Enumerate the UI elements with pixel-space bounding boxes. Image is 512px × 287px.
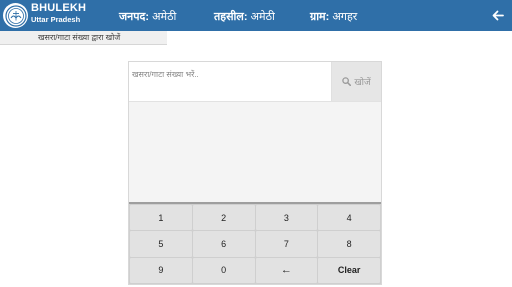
breadcrumb-bar: खसरा/गाटा संख्या द्वारा खोजें <box>0 31 512 45</box>
janpad-info: जनपद: अमेठी <box>119 9 176 24</box>
key-0[interactable]: 0 <box>192 257 255 283</box>
brand-subtitle: Uttar Pradesh <box>31 15 81 24</box>
key-8[interactable]: 8 <box>318 231 380 257</box>
gram-value: अगहर <box>332 11 358 23</box>
breadcrumb: खसरा/गाटा संख्या द्वारा खोजें <box>0 31 167 45</box>
search-row: खोजें <box>129 62 381 101</box>
khasra-search-input[interactable] <box>129 62 332 101</box>
janpad-label: जनपद: <box>119 11 150 23</box>
gram-info: ग्राम: अगहर <box>310 9 357 24</box>
app-header: BHULEKH Uttar Pradesh जनपद: अमेठी तहसील:… <box>0 0 512 31</box>
backspace-key[interactable]: ← <box>255 257 318 283</box>
key-6[interactable]: 6 <box>192 231 255 257</box>
clear-key[interactable]: Clear <box>318 257 380 283</box>
key-2[interactable]: 2 <box>192 205 255 231</box>
key-4[interactable]: 4 <box>318 205 380 231</box>
search-button-label: खोजें <box>354 77 371 87</box>
tehsil-info: तहसील: अमेठी <box>214 9 275 24</box>
brand: BHULEKH Uttar Pradesh <box>31 3 86 24</box>
results-area <box>129 101 381 202</box>
arrow-left-icon <box>492 10 504 20</box>
key-3[interactable]: 3 <box>255 205 318 231</box>
brand-title: BHULEKH <box>31 2 87 14</box>
key-5[interactable]: 5 <box>130 231 192 257</box>
key-1[interactable]: 1 <box>130 205 192 231</box>
key-7[interactable]: 7 <box>255 231 318 257</box>
tehsil-value: अमेठी <box>250 11 275 23</box>
back-button[interactable] <box>490 7 506 23</box>
up-emblem-logo <box>3 3 28 28</box>
gram-label: ग्राम: <box>310 11 330 23</box>
tehsil-label: तहसील: <box>214 11 248 23</box>
janpad-value: अमेठी <box>152 11 177 23</box>
key-9[interactable]: 9 <box>130 257 192 283</box>
numeric-keypad: 1 2 3 4 5 6 7 8 9 0 ← Clear <box>129 202 381 284</box>
search-button[interactable]: खोजें <box>332 62 381 101</box>
backspace-arrow-icon: ← <box>280 264 292 277</box>
search-panel: खोजें 1 2 3 4 5 6 7 8 9 0 ← Clear <box>128 61 382 285</box>
search-icon <box>342 77 352 86</box>
